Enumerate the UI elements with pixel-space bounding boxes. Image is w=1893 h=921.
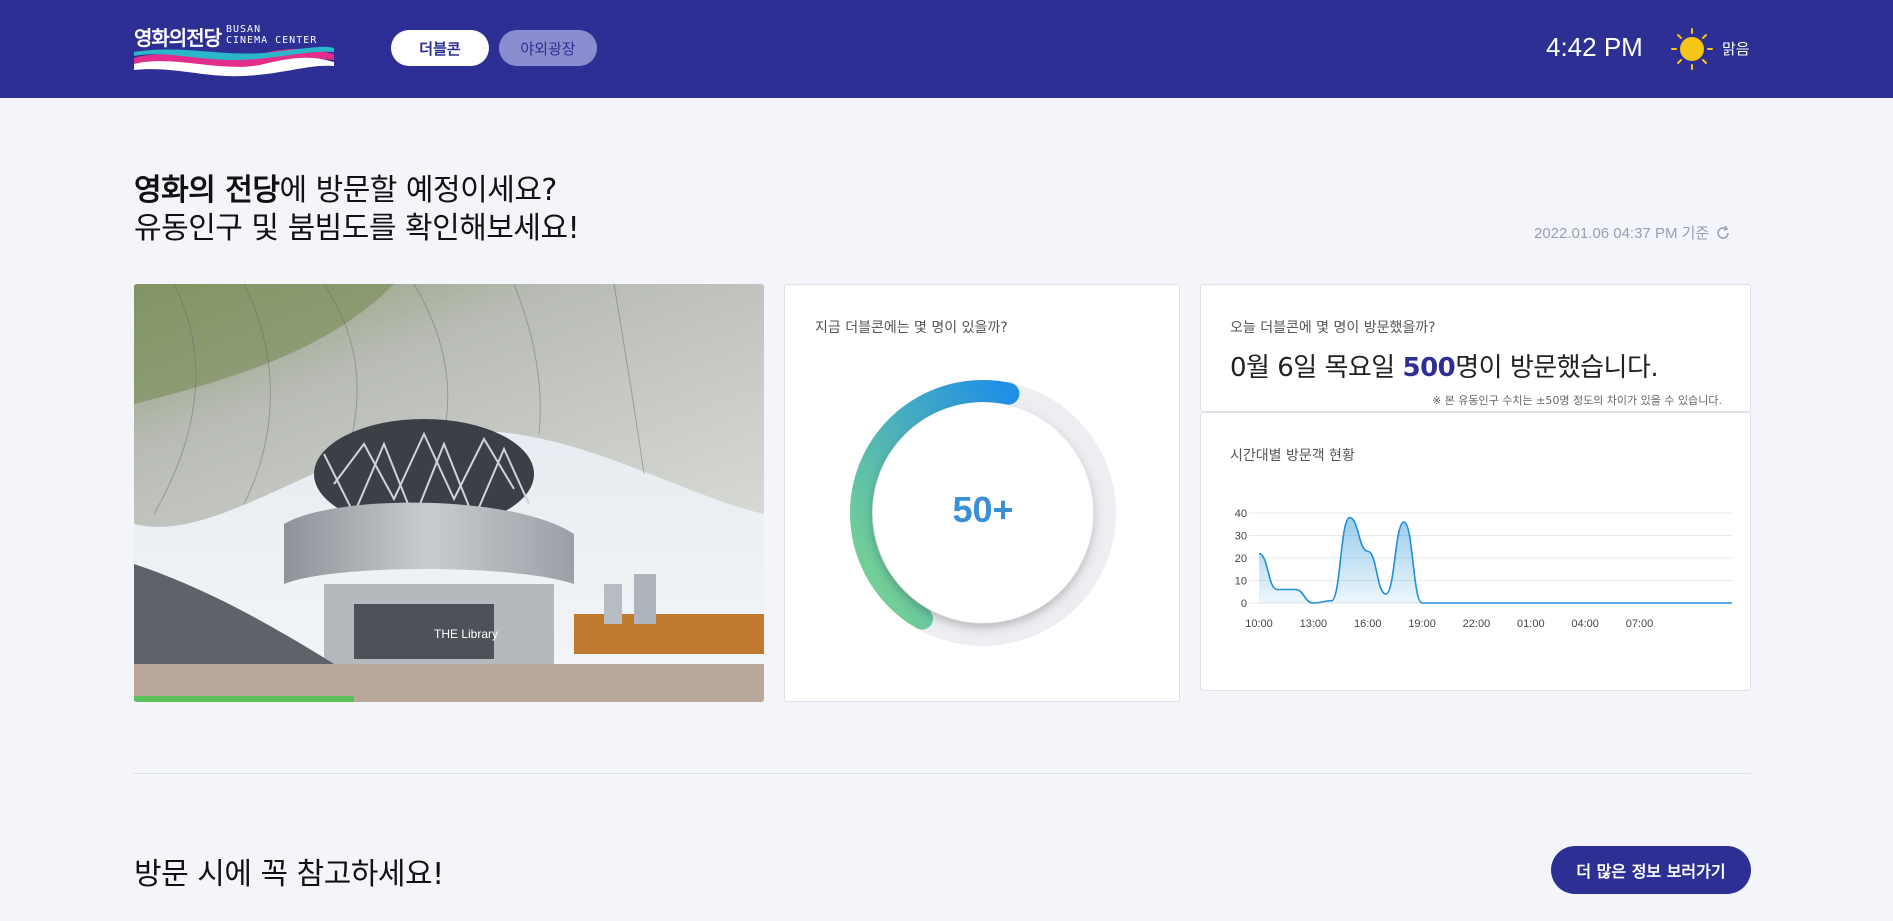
current-visitors-value: 50+: [952, 489, 1014, 530]
more-info-button[interactable]: 더 많은 정보 보러가기: [1551, 846, 1751, 894]
top-header: 영화의전당 BUSAN CINEMA CENTER 더블콘 야외광장 4:42 P…: [0, 0, 1893, 98]
y-tick-label: 20: [1235, 553, 1247, 565]
visitors-line: [1258, 516, 1732, 604]
logo-wave-graphic: [134, 46, 334, 77]
tips-section-title: 방문 시에 꼭 참고하세요!: [134, 857, 444, 892]
y-tick-label: 40: [1235, 508, 1247, 520]
today-visitor-count: 500: [1402, 353, 1456, 383]
refresh-icon[interactable]: [1715, 225, 1731, 241]
y-tick-label: 0: [1241, 598, 1247, 610]
x-tick-label: 04:00: [1571, 618, 1599, 630]
x-tick-label: 16:00: [1354, 618, 1382, 630]
current-time: 4:42 PM: [1546, 32, 1643, 62]
today-date-text: 0월 6일 목요일: [1230, 353, 1403, 383]
x-tick-label: 10:00: [1245, 618, 1273, 630]
headline-bold: 영화의 전당: [134, 173, 280, 208]
visitors-area: [1259, 517, 1732, 603]
current-visitors-card: 지금 더블콘에는 몇 명이 있을까? 50+: [784, 284, 1180, 702]
x-tick-label: 13:00: [1300, 618, 1328, 630]
today-visitors-card: 오늘 더블콘에 몇 명이 방문했을까? 0월 6일 목요일 500명이 방문했습…: [1200, 284, 1751, 412]
timestamp-text: 2022.01.06 04:37 PM 기준: [1534, 225, 1710, 242]
section-divider: [134, 773, 1751, 774]
today-visitors-summary: 0월 6일 목요일 500명이 방문했습니다.: [1230, 347, 1659, 384]
x-tick-label: 22:00: [1463, 618, 1491, 630]
y-tick-label: 30: [1235, 531, 1247, 543]
sun-icon: [1671, 28, 1713, 70]
tab-outdoor-plaza[interactable]: 야외광장: [499, 30, 597, 66]
svg-text:THE Library: THE Library: [434, 627, 498, 641]
hourly-visitors-card: 시간대별 방문객 현황 0 10 20 30 40 10:00 13:00 16:00 19:0…: [1200, 412, 1751, 691]
today-visitors-label: 오늘 더블콘에 몇 명이 방문했을까?: [1230, 320, 1436, 336]
busan-cinema-center-logo[interactable]: 영화의전당 BUSAN CINEMA CENTER: [134, 22, 334, 77]
update-timestamp: 2022.01.06 04:37 PM 기준: [1534, 222, 1731, 243]
logo-english-text: BUSAN CINEMA CENTER: [226, 24, 318, 46]
doublecone-building-photo: THE Library: [134, 284, 764, 702]
current-visitors-label: 지금 더블콘에는 몇 명이 있을까?: [815, 320, 1008, 336]
weather-label: 맑음: [1722, 40, 1750, 58]
y-tick-label: 10: [1235, 576, 1247, 588]
today-suffix-text: 명이 방문했습니다.: [1455, 353, 1659, 383]
x-tick-label: 01:00: [1517, 618, 1545, 630]
hourly-visitors-label: 시간대별 방문객 현황: [1230, 448, 1355, 464]
x-tick-label: 19:00: [1408, 618, 1436, 630]
headline-line2: 유동인구 및 붐빔도를 확인해보세요!: [134, 211, 580, 246]
accuracy-note: ※ 본 유동인구 수치는 ±50명 정도의 차이가 있을 수 있습니다.: [1431, 394, 1722, 407]
headline-line1: 에 방문할 예정이세요?: [279, 173, 557, 208]
page-headline: 영화의 전당에 방문할 예정이세요? 유동인구 및 붐빔도를 확인해보세요!: [134, 172, 580, 248]
x-tick-label: 07:00: [1626, 618, 1654, 630]
tab-doublecone[interactable]: 더블콘: [391, 30, 489, 66]
hourly-visitors-chart: 0 10 20 30 40 10:00 13:00 16:00 19:00 22:00 01:00 0…: [1235, 508, 1732, 630]
